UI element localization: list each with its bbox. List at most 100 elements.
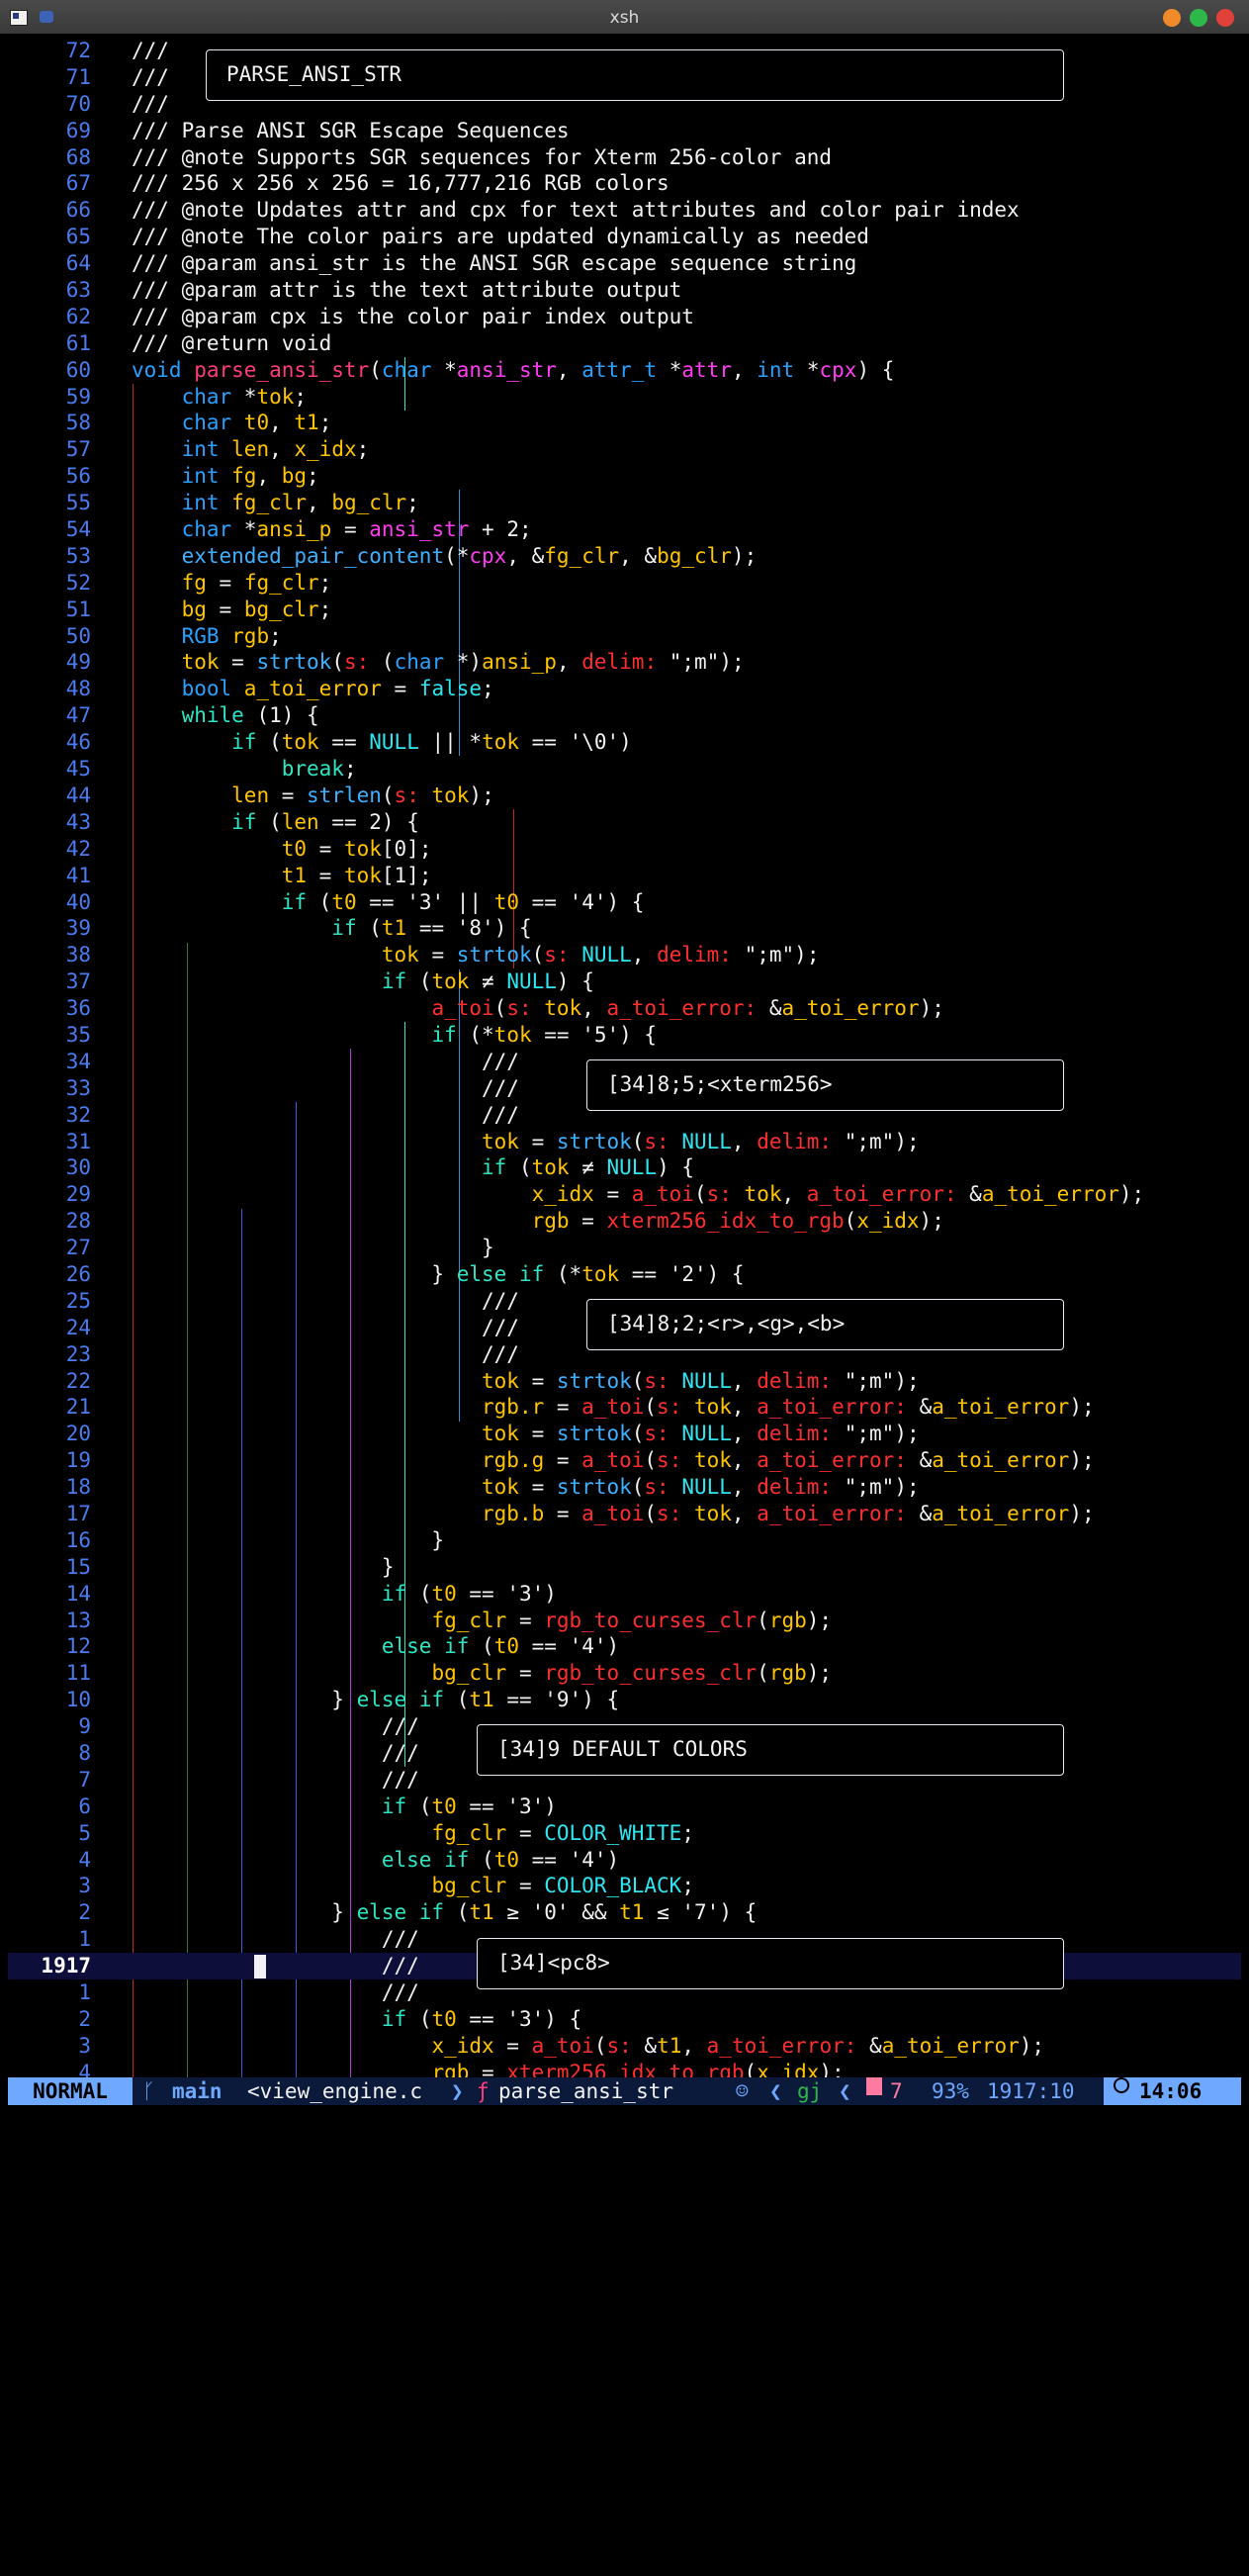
line-number[interactable]: 36 [8,995,91,1022]
line-number[interactable]: 3 [8,2033,91,2060]
line-number[interactable]: 61 [8,330,91,357]
code-line[interactable]: 31 tok = strtok(s: NULL, delim: ";m"); [8,1129,1241,1155]
line-number[interactable]: 27 [8,1235,91,1261]
line-number[interactable]: 49 [8,649,91,676]
line-number[interactable]: 8 [8,1740,91,1767]
code-line[interactable]: 38 tok = strtok(s: NULL, delim: ";m"); [8,942,1241,968]
code-line[interactable]: 12 else if (t0 == '4') [8,1633,1241,1660]
line-number[interactable]: 34 [8,1049,91,1075]
line-number[interactable]: 69 [8,118,91,144]
code-line[interactable]: 51 bg = bg_clr; [8,597,1241,623]
file-name[interactable]: <view_engine.c [247,2077,422,2105]
line-number[interactable]: 41 [8,863,91,889]
code-line[interactable]: 18 tok = strtok(s: NULL, delim: ";m"); [8,1474,1241,1501]
line-number[interactable]: 19 [8,1447,91,1474]
code-line[interactable]: 29 x_idx = a_toi(s: tok, a_toi_error: &a… [8,1181,1241,1208]
line-number[interactable]: 64 [8,250,91,277]
line-number[interactable]: 30 [8,1154,91,1181]
code-line[interactable]: 57 int len, x_idx; [8,436,1241,463]
line-number[interactable]: 50 [8,623,91,650]
line-number[interactable]: 13 [8,1608,91,1634]
line-number[interactable]: 4 [8,1847,91,1874]
line-number[interactable]: 25 [8,1288,91,1315]
git-branch[interactable]: main [172,2077,223,2105]
code-line[interactable]: 3 bg_clr = COLOR_BLACK; [8,1873,1241,1899]
copilot-icon[interactable]: ☺ [736,2077,749,2105]
line-number[interactable]: 37 [8,968,91,995]
line-number[interactable]: 2 [8,1899,91,1926]
line-number[interactable]: 57 [8,436,91,463]
line-number[interactable]: 7 [8,1767,91,1794]
code-line[interactable]: 64 /// @param ansi_str is the ANSI SGR es… [8,250,1241,277]
line-number[interactable]: 10 [8,1687,91,1713]
line-number[interactable]: 59 [8,384,91,411]
code-line[interactable]: 42 t0 = tok[0]; [8,836,1241,863]
code-line[interactable]: 63 /// @param attr is the text attribute … [8,277,1241,304]
code-line[interactable]: 60 void parse_ansi_str(char *ansi_str, at… [8,357,1241,384]
code-line[interactable]: 58 char t0, t1; [8,410,1241,436]
code-line[interactable]: 56 int fg, bg; [8,463,1241,490]
line-number[interactable]: 54 [8,516,91,543]
code-line[interactable]: 26 } else if (*tok == '2') { [8,1261,1241,1288]
code-line[interactable]: 59 char *tok; [8,384,1241,411]
code-editor[interactable]: 72///71///70///69/// Parse ANSI SGR Esca… [8,34,1241,2077]
code-line[interactable]: 21 rgb.r = a_toi(s: tok, a_toi_error: &a… [8,1394,1241,1421]
code-line[interactable]: 39 if (t1 == '8') { [8,915,1241,942]
line-number[interactable]: 15 [8,1554,91,1581]
line-number[interactable]: 35 [8,1022,91,1049]
code-line[interactable]: 2 } else if (t1 ≥ '0' && t1 ≤ '7') { [8,1899,1241,1926]
code-line[interactable]: 40 if (t0 == '3' || t0 == '4') { [8,889,1241,916]
current-function[interactable]: parse_ansi_str [498,2077,673,2105]
line-number[interactable]: 16 [8,1527,91,1554]
line-number[interactable]: 39 [8,915,91,942]
line-number[interactable]: 68 [8,144,91,171]
line-number[interactable]: 4 [8,2060,91,2077]
line-number[interactable]: 2 [8,2006,91,2033]
code-line[interactable]: 28 rgb = xterm256_idx_to_rgb(x_idx); [8,1208,1241,1235]
code-line[interactable]: 14 if (t0 == '3') [8,1581,1241,1608]
line-number[interactable]: 47 [8,702,91,729]
code-line[interactable]: 48 bool a_toi_error = false; [8,676,1241,702]
line-number[interactable]: 11 [8,1660,91,1687]
code-line[interactable]: 13 fg_clr = rgb_to_curses_clr(rgb); [8,1608,1241,1634]
line-number[interactable]: 51 [8,597,91,623]
line-number[interactable]: 14 [8,1581,91,1608]
code-line[interactable]: 50 RGB rgb; [8,623,1241,650]
line-number[interactable]: 43 [8,809,91,836]
line-number[interactable]: 63 [8,277,91,304]
line-number[interactable]: 46 [8,729,91,756]
code-line[interactable]: 20 tok = strtok(s: NULL, delim: ";m"); [8,1421,1241,1447]
maximize-button[interactable] [1190,9,1207,27]
code-line[interactable]: 22 tok = strtok(s: NULL, delim: ";m"); [8,1368,1241,1395]
line-number[interactable]: 22 [8,1368,91,1395]
code-line[interactable]: 52 fg = fg_clr; [8,570,1241,597]
line-number[interactable]: 21 [8,1394,91,1421]
line-number[interactable]: 55 [8,490,91,516]
code-line[interactable]: 54 char *ansi_p = ansi_str + 2; [8,516,1241,543]
code-line[interactable]: 4 rgb = xterm256_idx_to_rgb(x_idx); [8,2060,1241,2077]
line-number[interactable]: 5 [8,1820,91,1847]
line-number[interactable]: 38 [8,942,91,968]
line-number[interactable]: 70 [8,91,91,118]
minimize-button[interactable] [1163,9,1181,27]
error-count[interactable]: 7 [890,2077,903,2105]
code-line[interactable]: 69 /// Parse ANSI SGR Escape Sequences [8,118,1241,144]
code-line[interactable]: 49 tok = strtok(s: (char *)ansi_p, delim… [8,649,1241,676]
line-number[interactable]: 17 [8,1501,91,1527]
line-number[interactable]: 56 [8,463,91,490]
line-number[interactable]: 40 [8,889,91,916]
line-number[interactable]: 33 [8,1075,91,1102]
code-line[interactable]: 30 if (tok ≠ NULL) { [8,1154,1241,1181]
close-button[interactable] [1216,9,1234,27]
line-number[interactable]: 3 [8,1873,91,1899]
code-line[interactable]: 66 /// @note Updates attr and cpx for tex… [8,197,1241,224]
line-number[interactable]: 71 [8,64,91,91]
code-line[interactable]: 53 extended_pair_content(*cpx, &fg_clr, … [8,543,1241,570]
line-number[interactable]: 29 [8,1181,91,1208]
line-number[interactable]: 60 [8,357,91,384]
code-line[interactable]: 61 /// @return void [8,330,1241,357]
line-number[interactable]: 9 [8,1713,91,1740]
code-line[interactable]: 10 } else if (t1 == '9') { [8,1687,1241,1713]
line-number[interactable]: 24 [8,1315,91,1341]
line-number[interactable]: 1 [8,1926,91,1953]
